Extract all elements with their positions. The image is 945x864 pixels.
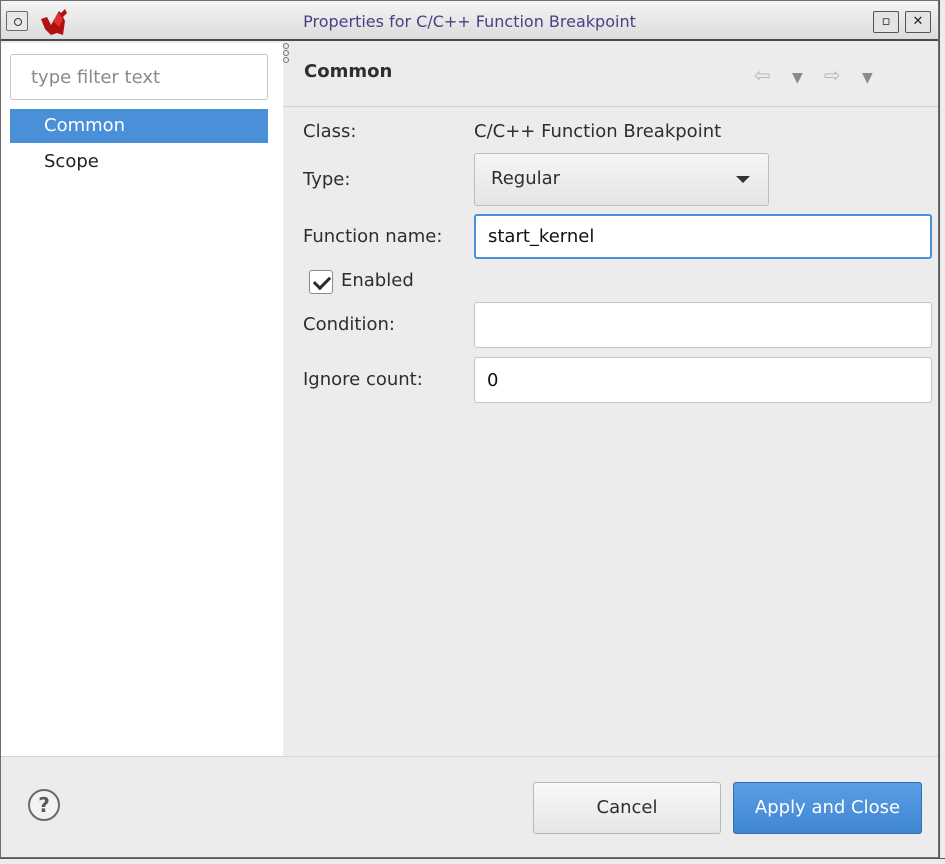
filter-input[interactable]: [10, 54, 268, 100]
enabled-checkbox[interactable]: [309, 270, 333, 294]
view-menu-icon[interactable]: [283, 43, 291, 65]
background-window-edge: [0, 858, 945, 864]
background-window-edge: [939, 0, 945, 864]
ignore-count-input[interactable]: [474, 357, 932, 403]
type-dropdown[interactable]: Regular: [474, 153, 769, 206]
type-label: Type:: [303, 169, 351, 190]
cancel-button[interactable]: Cancel: [533, 782, 721, 834]
help-icon[interactable]: ?: [28, 789, 60, 821]
window-title: Properties for C/C++ Function Breakpoint: [303, 12, 636, 31]
condition-input[interactable]: [474, 302, 932, 348]
property-page: Common ⇦ ▼ ⇨ ▼ Class: C/C++ Function Bre…: [283, 43, 938, 756]
enabled-label[interactable]: Enabled: [341, 270, 414, 291]
navigation-panel: Common Scope: [1, 43, 283, 756]
button-bar: ? Cancel Apply and Close: [1, 756, 938, 857]
title-bar[interactable]: Properties for C/C++ Function Breakpoint…: [1, 1, 938, 41]
close-icon[interactable]: ✕: [905, 11, 931, 33]
page-header: Common ⇦ ▼ ⇨ ▼: [283, 43, 938, 107]
nav-item-common[interactable]: Common: [10, 109, 268, 143]
function-name-label: Function name:: [303, 226, 443, 247]
page-title: Common: [304, 61, 393, 82]
properties-dialog: Properties for C/C++ Function Breakpoint…: [0, 0, 939, 858]
condition-label: Condition:: [303, 314, 395, 335]
nav-item-scope[interactable]: Scope: [10, 145, 268, 179]
chevron-down-icon: [736, 176, 750, 183]
class-label: Class:: [303, 121, 357, 142]
forward-dropdown-icon[interactable]: ▼: [862, 68, 873, 88]
ignore-count-label: Ignore count:: [303, 369, 423, 390]
forward-arrow-icon[interactable]: ⇨: [824, 65, 841, 85]
back-dropdown-icon[interactable]: ▼: [792, 68, 803, 88]
maximize-icon[interactable]: ▫: [873, 11, 899, 33]
class-value: C/C++ Function Breakpoint: [474, 121, 722, 142]
back-arrow-icon[interactable]: ⇦: [754, 65, 771, 85]
function-name-input[interactable]: [474, 214, 932, 259]
apply-and-close-button[interactable]: Apply and Close: [733, 782, 922, 834]
type-selected-value: Regular: [491, 168, 561, 189]
